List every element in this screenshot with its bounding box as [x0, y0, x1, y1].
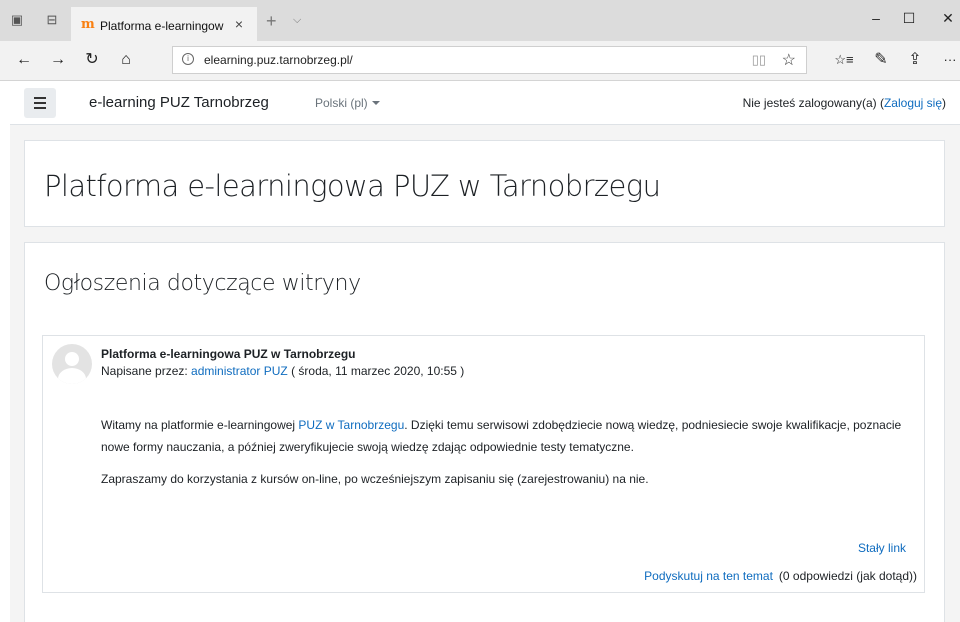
new-tab-icon[interactable]: +: [266, 12, 277, 30]
site-navbar: e-learning PUZ Tarnobrzeg Polski (pl) Ni…: [10, 81, 960, 125]
post-date: ( środa, 11 marzec 2020, 10:55 ): [287, 364, 465, 378]
back-icon[interactable]: ←: [14, 51, 34, 69]
avatar[interactable]: [52, 344, 92, 384]
favorites-list-icon[interactable]: ☆≡: [834, 51, 854, 69]
login-status-suffix: ): [942, 96, 946, 110]
byline-prefix: Napisane przez:: [101, 364, 192, 378]
browser-tab[interactable]: m Platforma e-learningow ×: [71, 7, 257, 41]
home-icon[interactable]: ⌂: [116, 51, 136, 69]
section-title: Ogłoszenia dotyczące witryny: [44, 271, 361, 296]
close-tab-icon[interactable]: ×: [235, 17, 243, 31]
page-title: Platforma e-learningowa PUZ w Tarnobrzeg…: [44, 169, 661, 203]
login-status-text: Nie jesteś zalogowany(a) (: [742, 96, 884, 110]
web-page: e-learning PUZ Tarnobrzeg Polski (pl) Ni…: [10, 81, 960, 622]
browser-tab-bar: ▣ ⊟ m Platforma e-learningow × + ⌵ – ☐ ✕: [0, 0, 960, 41]
language-menu[interactable]: Polski (pl): [315, 96, 380, 110]
favorite-star-icon[interactable]: ☆: [782, 50, 796, 70]
address-bar[interactable]: i elearning.puz.tarnobrzeg.pl/ ▯▯ ☆: [172, 46, 807, 74]
tab-title: Platforma e-learningow: [100, 19, 224, 33]
post-body: Witamy na platformie e-learningowej PUZ …: [101, 414, 911, 500]
moodle-favicon-icon: m: [81, 17, 95, 32]
site-news-card: Ogłoszenia dotyczące witryny Platforma e…: [24, 242, 945, 622]
language-label: Polski (pl): [315, 96, 368, 110]
post-title: Platforma e-learningowa PUZ w Tarnobrzeg…: [101, 347, 356, 361]
post-byline: Napisane przez: administrator PUZ ( środ…: [101, 364, 464, 378]
site-info-icon[interactable]: i: [182, 53, 194, 65]
discuss-link[interactable]: Podyskutuj na ten temat: [644, 569, 773, 583]
paragraph-text: Witamy na platformie e-learningowej: [101, 418, 299, 432]
maximize-icon[interactable]: ☐: [899, 10, 919, 27]
tab-actions-icon[interactable]: ▣: [10, 13, 24, 27]
url-text[interactable]: elearning.puz.tarnobrzeg.pl/: [204, 53, 353, 67]
reading-view-icon[interactable]: ▯▯: [752, 52, 766, 68]
login-status: Nie jesteś zalogowany(a) (Zaloguj się): [743, 96, 946, 110]
post-paragraph-2: Zapraszamy do korzystania z kursów on-li…: [101, 472, 649, 486]
caret-down-icon: [371, 101, 380, 105]
reply-count: (0 odpowiedzi (jak dotąd)): [778, 569, 917, 583]
discussion-row: Podyskutuj na ten temat (0 odpowiedzi (ja…: [644, 569, 917, 583]
browser-toolbar: ← → ↻ ⌂ i elearning.puz.tarnobrzeg.pl/ ▯…: [0, 41, 960, 81]
more-icon[interactable]: ···: [940, 51, 960, 69]
site-brand[interactable]: e-learning PUZ Tarnobrzeg: [89, 94, 269, 111]
permalink-link[interactable]: Stały link: [858, 541, 906, 555]
page-header-card: Platforma e-learningowa PUZ w Tarnobrzeg…: [24, 140, 945, 227]
menu-toggle-button[interactable]: [24, 88, 56, 118]
set-aside-tabs-icon[interactable]: ⊟: [45, 13, 59, 27]
close-window-icon[interactable]: ✕: [938, 10, 958, 27]
puz-link[interactable]: PUZ w Tarnobrzegu: [298, 418, 404, 432]
hamburger-icon: [34, 97, 46, 99]
user-silhouette-icon: [65, 352, 79, 366]
refresh-icon[interactable]: ↻: [82, 51, 102, 69]
forum-post: Platforma e-learningowa PUZ w Tarnobrzeg…: [42, 335, 925, 593]
login-link[interactable]: Zaloguj się: [884, 96, 942, 110]
tab-menu-icon[interactable]: ⌵: [293, 14, 301, 27]
share-icon[interactable]: ⇪: [905, 51, 925, 69]
post-paragraph-1: Witamy na platformie e-learningowej PUZ …: [101, 414, 911, 458]
minimize-icon[interactable]: –: [866, 10, 886, 26]
notes-icon[interactable]: ✎: [871, 51, 891, 69]
author-link[interactable]: administrator PUZ: [191, 364, 288, 378]
forward-icon[interactable]: →: [48, 51, 68, 69]
